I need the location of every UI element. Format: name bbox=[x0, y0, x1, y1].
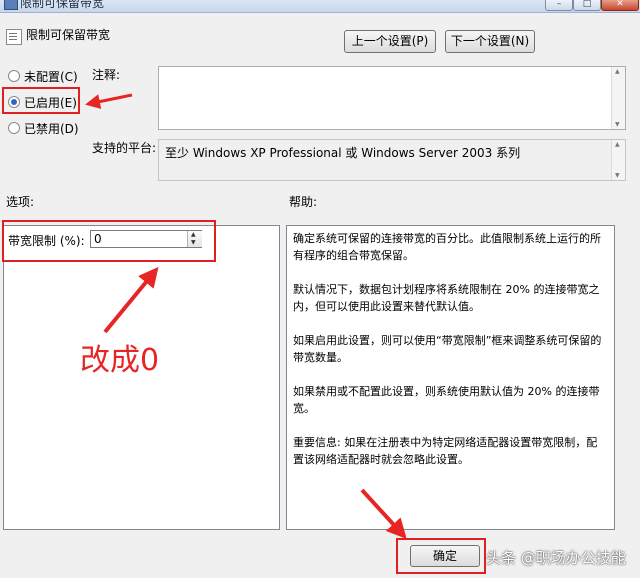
platform-label: 支持的平台: bbox=[92, 141, 157, 155]
platform-scrollbar[interactable] bbox=[611, 140, 625, 180]
title-bar: 限制可保留带宽 – □ ✕ bbox=[0, 0, 640, 13]
comment-scrollbar[interactable] bbox=[611, 67, 625, 129]
window-title: 限制可保留带宽 bbox=[20, 0, 105, 10]
radio-not-configured-label[interactable]: 未配置(C) bbox=[24, 68, 78, 85]
close-button[interactable]: ✕ bbox=[601, 0, 639, 11]
annotation-box-enabled bbox=[2, 87, 80, 114]
next-setting-button[interactable]: 下一个设置(N) bbox=[445, 30, 535, 53]
arrow-to-enabled bbox=[85, 93, 133, 109]
help-paragraph: 如果禁用或不配置此设置，则系统使用默认值为 20% 的连接带宽。 bbox=[293, 385, 600, 415]
annotation-box-ok bbox=[396, 538, 486, 574]
help-paragraph: 默认情况下，数据包计划程序将系统限制在 20% 的连接带宽之内，但可以使用此设置… bbox=[293, 283, 600, 313]
platform-value: 至少 Windows XP Professional 或 Windows Ser… bbox=[165, 146, 521, 160]
annotation-box-bandwidth bbox=[2, 220, 216, 262]
options-header: 选项: bbox=[6, 195, 35, 209]
policy-icon bbox=[6, 29, 22, 45]
radio-disabled[interactable] bbox=[8, 122, 20, 134]
help-paragraph: 确定系统可保留的连接带宽的百分比。此值限制系统上运行的所有程序的组合带宽保留。 bbox=[293, 232, 601, 262]
policy-title: 限制可保留带宽 bbox=[26, 28, 111, 42]
comment-label: 注释: bbox=[92, 68, 121, 82]
help-header: 帮助: bbox=[289, 195, 318, 209]
minimize-button[interactable]: – bbox=[545, 0, 573, 11]
help-panel: 确定系统可保留的连接带宽的百分比。此值限制系统上运行的所有程序的组合带宽保留。 … bbox=[286, 225, 615, 530]
comment-field[interactable] bbox=[158, 66, 626, 130]
platform-field: 至少 Windows XP Professional 或 Windows Ser… bbox=[158, 139, 626, 181]
radio-not-configured[interactable] bbox=[8, 70, 20, 82]
watermark-text: 头条 @职场办公技能 bbox=[486, 549, 626, 567]
help-paragraph: 重要信息: 如果在注册表中为特定网络适配器设置带宽限制，配置该网络适配器时就会忽… bbox=[293, 436, 598, 466]
maximize-button[interactable]: □ bbox=[573, 0, 601, 11]
app-icon bbox=[4, 0, 18, 10]
annotation-note: 改成0 bbox=[80, 343, 160, 378]
previous-setting-button[interactable]: 上一个设置(P) bbox=[344, 30, 436, 53]
radio-disabled-label[interactable]: 已禁用(D) bbox=[24, 120, 79, 137]
help-paragraph: 如果启用此设置，则可以使用“带宽限制”框来调整系统可保留的带宽数量。 bbox=[293, 334, 602, 364]
